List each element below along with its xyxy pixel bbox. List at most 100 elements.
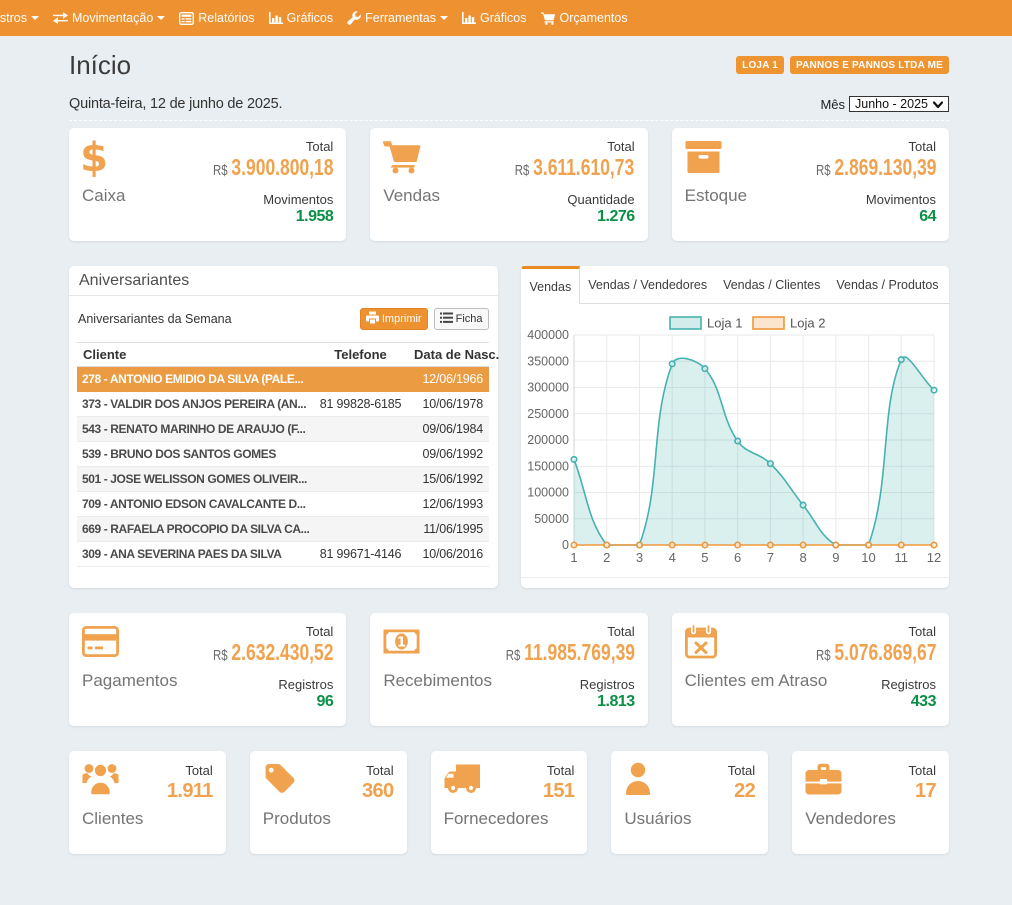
nav-item-label: Orçamentos	[560, 11, 628, 25]
stat-card-clientes-em-atraso: Clientes em Atraso Total R$5.076.869,67 …	[672, 613, 949, 726]
count-value: 360	[362, 779, 394, 803]
nav-item-cadastros[interactable]: Cadastros	[0, 11, 46, 25]
tab-vendas-vendedores[interactable]: Vendas / Vendedores	[580, 266, 715, 303]
total-label: Total	[477, 138, 634, 155]
total-label: Total	[778, 138, 936, 155]
data-point-loja-2[interactable]	[571, 542, 576, 547]
column-header-phone[interactable]: Telefone	[313, 343, 408, 367]
legend-box-loja-1[interactable]	[670, 317, 701, 329]
nav-item-graficos-1[interactable]: Gráficos	[262, 11, 341, 25]
store-badge[interactable]: LOJA 1	[736, 56, 784, 74]
data-point-loja-2[interactable]	[702, 542, 707, 547]
column-header-birthdate[interactable]: Data de Nasc.	[408, 343, 489, 367]
legend-label[interactable]: Loja 2	[790, 316, 825, 331]
data-point-loja-2[interactable]	[800, 542, 805, 547]
card-values: Total 151	[543, 763, 575, 803]
data-point-loja-1[interactable]	[669, 361, 674, 366]
ficha-button[interactable]: Ficha	[434, 308, 489, 330]
currency-prefix: R$	[816, 162, 831, 179]
tab-vendas-clientes[interactable]: Vendas / Clientes	[715, 266, 828, 303]
birthday-row[interactable]: 501 - JOSE WELISSON GOMES OLIVEIR... 15/…	[77, 467, 489, 492]
nav-item-movimentacao[interactable]: Movimentação	[46, 11, 172, 25]
data-point-loja-2[interactable]	[865, 542, 870, 547]
legend-label[interactable]: Loja 1	[707, 316, 742, 331]
tag-icon	[263, 762, 297, 801]
count-label: Registros	[465, 676, 635, 693]
y-axis-tick-label: 200000	[527, 433, 569, 447]
birthday-row[interactable]: 278 - ANTONIO EMIDIO DA SILVA (PALE... 1…	[77, 367, 489, 392]
main-navbar: Cadastros Movimentação Relatórios Gráfic…	[0, 0, 1012, 36]
stat-card-vendas: Vendas Total R$3.611.610,73 Quantidade 1…	[370, 128, 647, 241]
sales-line-chart: Loja 1Loja 20500001000001500002000002500…	[521, 304, 948, 572]
data-point-loja-1[interactable]	[898, 357, 903, 362]
month-select[interactable]: Junho - 2025	[849, 96, 949, 112]
data-point-loja-2[interactable]	[669, 542, 674, 547]
data-point-loja-1[interactable]	[702, 366, 707, 371]
data-point-loja-2[interactable]	[767, 542, 772, 547]
column-header-client[interactable]: Cliente	[77, 343, 313, 367]
count-value: 1.813	[465, 693, 635, 711]
count-value: 64	[778, 208, 936, 226]
client-cell: 669 - RAFAELA PROCOPIO DA SILVA CA...	[77, 517, 313, 542]
data-point-loja-2[interactable]	[734, 542, 739, 547]
total-label: Total	[362, 763, 394, 779]
tab-vendas[interactable]: Vendas	[521, 266, 581, 304]
data-point-loja-1[interactable]	[767, 461, 772, 466]
birthday-row[interactable]: 543 - RENATO MARINHO DE ARAUJO (F... 09/…	[77, 417, 489, 442]
birthday-row[interactable]: 709 - ANTONIO EDSON CAVALCANTE D... 12/0…	[77, 492, 489, 517]
legend-box-loja-2[interactable]	[753, 317, 784, 329]
archive-icon	[685, 140, 722, 179]
data-point-loja-2[interactable]	[898, 542, 903, 547]
count-value: 1.958	[175, 208, 333, 226]
print-button[interactable]: Imprimir	[360, 308, 428, 330]
birthdate-cell: 12/06/1966	[408, 367, 489, 392]
data-point-loja-1[interactable]	[931, 387, 936, 392]
card-values: Total R$3.900.800,18 Movimentos 1.958	[175, 138, 333, 226]
tab-vendas-produtos[interactable]: Vendas / Produtos	[828, 266, 946, 303]
total-label: Total	[909, 763, 936, 779]
data-point-loja-2[interactable]	[636, 542, 641, 547]
nav-item-ferramentas[interactable]: Ferramentas	[340, 11, 455, 25]
data-point-loja-2[interactable]	[604, 542, 609, 547]
x-axis-tick-label: 3	[635, 550, 642, 565]
small-card-usuários: Usuários Total 22	[611, 751, 768, 854]
data-point-loja-1[interactable]	[800, 502, 805, 507]
total-value: 11.985.769,39	[524, 639, 635, 665]
birthdate-cell: 09/06/1984	[408, 417, 489, 442]
y-axis-tick-label: 0	[562, 538, 569, 552]
bar-chart-icon	[462, 12, 476, 24]
total-label: Total	[175, 623, 333, 640]
panels-row: Aniversariantes Aniversariantes da Seman…	[69, 266, 949, 588]
nav-item-orcamentos[interactable]: Orçamentos	[534, 11, 635, 25]
birthday-row[interactable]: 309 - ANA SEVERINA PAES DA SILVA 81 9967…	[77, 542, 489, 567]
count-value: 1.911	[167, 779, 213, 803]
data-point-loja-2[interactable]	[931, 542, 936, 547]
nav-item-relatorios[interactable]: Relatórios	[172, 11, 261, 25]
client-cell: 543 - RENATO MARINHO DE ARAUJO (F...	[77, 417, 313, 442]
nav-item-graficos-2[interactable]: Gráficos	[455, 11, 534, 25]
total-value: 5.076.869,67	[834, 639, 936, 665]
birthday-row[interactable]: 373 - VALDIR DOS ANJOS PEREIRA (AN... 81…	[77, 392, 489, 417]
total-label: Total	[728, 763, 755, 779]
exchange-icon	[53, 12, 68, 25]
nav-item-label: Cadastros	[0, 11, 27, 25]
birthdays-subtitle: Aniversariantes da Semana	[78, 312, 232, 326]
data-point-loja-2[interactable]	[833, 542, 838, 547]
svg-text:1: 1	[397, 634, 406, 650]
total-row: R$11.985.769,39	[505, 640, 634, 668]
nav-item-label: Gráficos	[480, 11, 527, 25]
birthday-row[interactable]: 539 - BRUNO DOS SANTOS GOMES 09/06/1992	[77, 442, 489, 467]
stat-card-recebimentos: 1 Recebimentos Total R$11.985.769,39 Reg…	[370, 613, 647, 726]
company-badge[interactable]: PANNOS E PANNOS LTDA ME	[790, 56, 949, 74]
small-card-label: Fornecedores	[444, 809, 575, 829]
page-content: Início LOJA 1 PANNOS E PANNOS LTDA ME Qu…	[69, 48, 949, 854]
phone-cell	[313, 367, 408, 392]
total-row: R$2.632.430,52	[213, 640, 333, 668]
birthday-row[interactable]: 669 - RAFAELA PROCOPIO DA SILVA CA... 11…	[77, 517, 489, 542]
divider	[69, 120, 949, 121]
data-point-loja-1[interactable]	[571, 457, 576, 462]
data-point-loja-1[interactable]	[734, 438, 739, 443]
card-values: Total 17	[909, 763, 936, 803]
client-cell: 539 - BRUNO DOS SANTOS GOMES	[77, 442, 313, 467]
y-axis-tick-label: 50000	[534, 512, 569, 526]
